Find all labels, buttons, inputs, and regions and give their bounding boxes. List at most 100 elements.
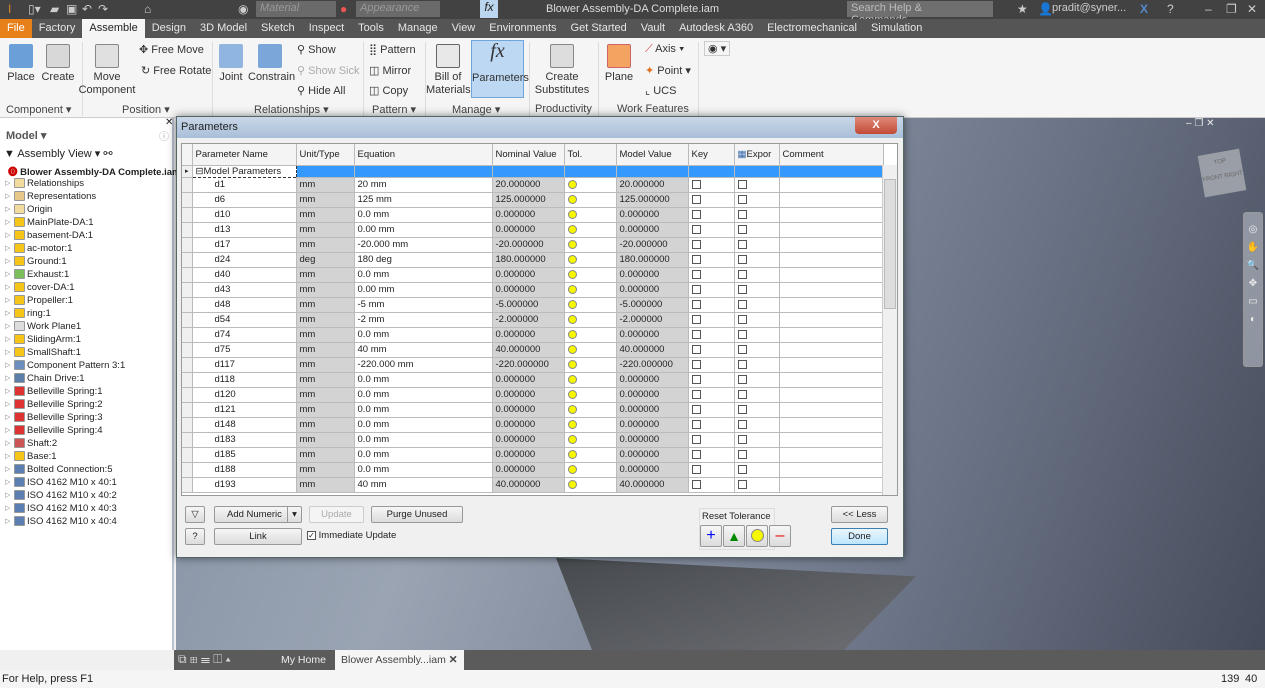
param-tolerance[interactable]: [564, 327, 617, 343]
browser-help-icon[interactable]: ⓘ: [159, 128, 169, 143]
expand-arrow-icon[interactable]: ▷: [5, 515, 10, 528]
param-comment[interactable]: [779, 192, 884, 208]
assembly-model[interactable]: [556, 558, 916, 650]
table-row[interactable]: d6 mm 125 mm 125.000000 125.000000: [182, 192, 884, 208]
param-export[interactable]: [734, 177, 780, 193]
param-key[interactable]: [688, 357, 735, 373]
param-key[interactable]: [688, 177, 735, 193]
col-model-value[interactable]: Model Value: [616, 144, 689, 166]
dialog-close-button[interactable]: X: [855, 117, 897, 134]
expand-arrow-icon[interactable]: ▷: [5, 359, 10, 372]
param-export[interactable]: [734, 192, 780, 208]
param-export[interactable]: [734, 402, 780, 418]
param-tolerance[interactable]: [564, 222, 617, 238]
tab-tools[interactable]: Tools: [351, 19, 391, 38]
tab-my-home[interactable]: My Home: [275, 650, 332, 670]
param-tolerance[interactable]: [564, 402, 617, 418]
viewcube-front[interactable]: FRONT: [1202, 174, 1223, 183]
tree-item[interactable]: ▷ Shaft:2: [0, 437, 174, 450]
param-unit[interactable]: mm: [296, 267, 355, 283]
browser-header[interactable]: Model ▾: [6, 129, 46, 142]
minimize-icon[interactable]: –: [1205, 2, 1212, 16]
param-equation[interactable]: 0.0 mm: [354, 462, 493, 478]
scrollbar-thumb[interactable]: [884, 179, 896, 309]
tree-item[interactable]: ▷ ISO 4162 M10 x 40:2: [0, 489, 174, 502]
param-unit[interactable]: mm: [296, 372, 355, 388]
restore-icon[interactable]: ❐: [1226, 2, 1237, 16]
tab-vault[interactable]: Vault: [634, 19, 672, 38]
tab-environments[interactable]: Environments: [482, 19, 563, 38]
appearance-icon[interactable]: ●: [340, 2, 347, 16]
param-unit[interactable]: mm: [296, 402, 355, 418]
table-row[interactable]: d1 mm 20 mm 20.000000 20.000000: [182, 177, 884, 193]
param-comment[interactable]: [779, 282, 884, 298]
param-tolerance[interactable]: [564, 357, 617, 373]
param-unit[interactable]: mm: [296, 417, 355, 433]
expand-arrow-icon[interactable]: ▷: [5, 424, 10, 437]
col-key[interactable]: Key: [688, 144, 735, 166]
col-parameter-name[interactable]: Parameter Name: [192, 144, 297, 166]
viewcube[interactable]: TOP FRONT RIGHT: [1197, 148, 1247, 198]
param-export[interactable]: [734, 417, 780, 433]
param-comment[interactable]: [779, 417, 884, 433]
tree-item[interactable]: ▷ ISO 4162 M10 x 40:1: [0, 476, 174, 489]
expand-arrow-icon[interactable]: ▷: [5, 450, 10, 463]
param-export[interactable]: [734, 267, 780, 283]
expand-arrow-icon[interactable]: ▷: [5, 411, 10, 424]
param-tolerance[interactable]: [564, 342, 617, 358]
table-row[interactable]: d121 mm 0.0 mm 0.000000 0.000000: [182, 402, 884, 418]
param-unit[interactable]: mm: [296, 237, 355, 253]
param-comment[interactable]: [779, 432, 884, 448]
param-name[interactable]: d120: [191, 387, 297, 403]
param-name[interactable]: d193: [191, 477, 297, 493]
param-unit[interactable]: mm: [296, 477, 355, 493]
param-key[interactable]: [688, 462, 735, 478]
param-tolerance[interactable]: [564, 417, 617, 433]
table-row[interactable]: d183 mm 0.0 mm 0.000000 0.000000: [182, 432, 884, 448]
param-name[interactable]: d118: [191, 372, 297, 388]
table-row[interactable]: d193 mm 40 mm 40.000000 40.000000: [182, 477, 884, 493]
tree-item[interactable]: ▷ ac-motor:1: [0, 242, 174, 255]
home-icon[interactable]: ⌂: [144, 2, 151, 16]
param-unit[interactable]: mm: [296, 297, 355, 313]
tree-item[interactable]: ▷ Belleville Spring:2: [0, 398, 174, 411]
open-icon[interactable]: ▰: [50, 2, 59, 16]
param-unit[interactable]: mm: [296, 282, 355, 298]
param-comment[interactable]: [779, 357, 884, 373]
undo-icon[interactable]: ↶: [82, 2, 92, 16]
param-key[interactable]: [688, 267, 735, 283]
param-tolerance[interactable]: [564, 267, 617, 283]
param-tolerance[interactable]: [564, 252, 617, 268]
less-button[interactable]: << Less: [831, 506, 888, 523]
group-row-model-parameters[interactable]: ▸ ⊟Model Parameters: [182, 164, 884, 178]
param-equation[interactable]: -20.000 mm: [354, 237, 493, 253]
param-key[interactable]: [688, 297, 735, 313]
param-name[interactable]: d40: [191, 267, 297, 283]
expand-arrow-icon[interactable]: ▷: [5, 489, 10, 502]
tab-design[interactable]: Design: [145, 19, 193, 38]
expand-arrow-icon[interactable]: ▷: [5, 229, 10, 242]
param-name[interactable]: d148: [191, 417, 297, 433]
table-row[interactable]: d188 mm 0.0 mm 0.000000 0.000000: [182, 462, 884, 478]
star-icon[interactable]: ★: [1017, 2, 1028, 16]
col-unit-type[interactable]: Unit/Type: [296, 144, 355, 166]
param-key[interactable]: [688, 387, 735, 403]
param-comment[interactable]: [779, 252, 884, 268]
param-comment[interactable]: [779, 462, 884, 478]
param-key[interactable]: [688, 447, 735, 463]
param-equation[interactable]: 0.0 mm: [354, 417, 493, 433]
param-tolerance[interactable]: [564, 177, 617, 193]
param-export[interactable]: [734, 477, 780, 493]
table-scrollbar[interactable]: [882, 165, 897, 495]
tab-assemble[interactable]: Assemble: [82, 19, 145, 38]
median-tolerance-button[interactable]: ▲: [723, 525, 745, 547]
tree-item[interactable]: ▷ SmallShaft:1: [0, 346, 174, 359]
param-equation[interactable]: 0.0 mm: [354, 372, 493, 388]
help-button[interactable]: ?: [185, 528, 205, 545]
param-key[interactable]: [688, 312, 735, 328]
tab-inspect[interactable]: Inspect: [302, 19, 351, 38]
param-export[interactable]: [734, 222, 780, 238]
tree-item[interactable]: ▷ Belleville Spring:4: [0, 424, 174, 437]
pattern-button[interactable]: ⣿ Pattern: [369, 43, 416, 56]
param-tolerance[interactable]: [564, 312, 617, 328]
